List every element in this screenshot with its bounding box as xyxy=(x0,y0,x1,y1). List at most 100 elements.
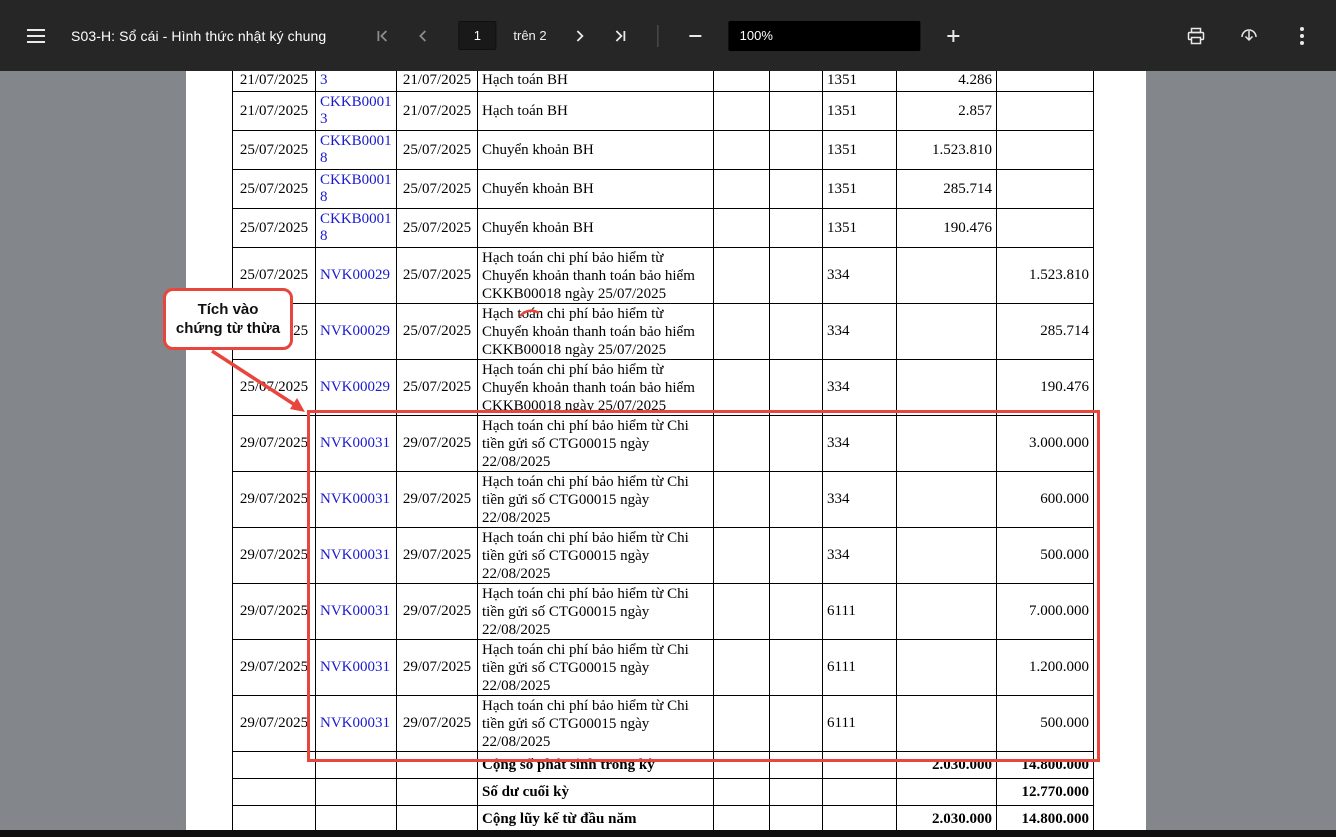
cell-doc-number-link[interactable]: NVK00031 xyxy=(316,472,397,528)
cell-empty xyxy=(714,779,770,806)
cell-doc-number-link[interactable]: NVK00031 xyxy=(316,584,397,640)
cell-doc-number-link[interactable]: NVK00031 xyxy=(316,696,397,752)
cell-corresponding-account: 334 xyxy=(823,304,897,360)
cell-empty xyxy=(316,779,397,806)
cell-journal-line xyxy=(770,416,823,472)
summary-row: Số dư cuối kỳ 12.770.000 xyxy=(233,779,1094,806)
cell-empty xyxy=(397,806,478,833)
cell-debit-amount xyxy=(897,584,997,640)
cell-debit-amount xyxy=(897,528,997,584)
hamburger-menu-icon xyxy=(26,28,46,44)
cell-debit-amount: 1.523.810 xyxy=(897,131,997,170)
cell-corresponding-account: 6111 xyxy=(823,640,897,696)
cell-journal-page xyxy=(714,696,770,752)
last-page-button[interactable] xyxy=(607,22,635,50)
summary-debit xyxy=(897,779,997,806)
table-row: 21/07/2025321/07/2025Hạch toán BH13514.2… xyxy=(233,71,1094,92)
cell-empty xyxy=(770,752,823,779)
cell-doc-number-link[interactable]: NVK00029 xyxy=(316,248,397,304)
cell-corresponding-account: 1351 xyxy=(823,71,897,92)
table-row: 25/07/2025CKKB0001 825/07/2025Chuyển kho… xyxy=(233,170,1094,209)
more-options-button[interactable] xyxy=(1288,22,1316,50)
pdf-page: 21/07/2025321/07/2025Hạch toán BH13514.2… xyxy=(186,71,1146,837)
cell-doc-number-link[interactable]: NVK00031 xyxy=(316,528,397,584)
summary-label: Số dư cuối kỳ xyxy=(478,779,714,806)
cell-doc-date: 21/07/2025 xyxy=(397,92,478,131)
cell-empty xyxy=(714,806,770,833)
cell-corresponding-account: 1351 xyxy=(823,170,897,209)
cell-posting-date: 21/07/2025 xyxy=(233,92,316,131)
cell-journal-page xyxy=(714,170,770,209)
cell-credit-amount: 190.476 xyxy=(997,360,1094,416)
cell-credit-amount: 7.000.000 xyxy=(997,584,1094,640)
ledger-table: 21/07/2025321/07/2025Hạch toán BH13514.2… xyxy=(232,71,1094,833)
cell-debit-amount xyxy=(897,472,997,528)
next-page-button[interactable] xyxy=(566,22,594,50)
cell-journal-line xyxy=(770,170,823,209)
zoom-select[interactable]: 100% xyxy=(729,21,921,51)
prev-page-button[interactable] xyxy=(409,22,437,50)
table-row: 29/07/2025NVK0003129/07/2025Hạch toán ch… xyxy=(233,416,1094,472)
cell-journal-page xyxy=(714,584,770,640)
cell-journal-line xyxy=(770,209,823,248)
cell-debit-amount xyxy=(897,360,997,416)
cell-journal-line xyxy=(770,528,823,584)
cell-doc-number-link[interactable]: NVK00031 xyxy=(316,416,397,472)
cell-doc-number-link[interactable]: NVK00031 xyxy=(316,640,397,696)
cell-corresponding-account: 334 xyxy=(823,360,897,416)
zoom-in-button[interactable] xyxy=(940,22,968,50)
zoom-out-button[interactable] xyxy=(682,22,710,50)
summary-debit: 2.030.000 xyxy=(897,752,997,779)
cell-corresponding-account: 1351 xyxy=(823,92,897,131)
cell-description: Chuyển khoản BH xyxy=(478,170,714,209)
cell-empty xyxy=(714,752,770,779)
minus-icon xyxy=(689,29,703,43)
cell-journal-line xyxy=(770,360,823,416)
cell-journal-page xyxy=(714,71,770,92)
cell-credit-amount: 1.200.000 xyxy=(997,640,1094,696)
cell-doc-number-link[interactable]: NVK00029 xyxy=(316,304,397,360)
cell-doc-date: 29/07/2025 xyxy=(397,528,478,584)
last-page-icon xyxy=(613,28,629,44)
cell-posting-date: 25/07/2025 xyxy=(233,131,316,170)
cell-corresponding-account: 334 xyxy=(823,472,897,528)
cell-doc-number-link[interactable]: CKKB0001 8 xyxy=(316,131,397,170)
sidebar-toggle-button[interactable] xyxy=(22,22,50,50)
first-page-button[interactable] xyxy=(368,22,396,50)
cell-journal-page xyxy=(714,472,770,528)
cell-journal-page xyxy=(714,360,770,416)
cell-journal-line xyxy=(770,131,823,170)
cell-empty xyxy=(823,806,897,833)
cell-doc-date: 29/07/2025 xyxy=(397,640,478,696)
table-row: 29/07/2025NVK0003129/07/2025Hạch toán ch… xyxy=(233,472,1094,528)
cell-doc-number-link[interactable]: CKKB0001 8 xyxy=(316,209,397,248)
window-bottom-edge xyxy=(0,830,1336,837)
cell-doc-date: 25/07/2025 xyxy=(397,209,478,248)
cell-doc-number-link[interactable]: 3 xyxy=(316,71,397,92)
print-button[interactable] xyxy=(1182,22,1210,50)
download-button[interactable] xyxy=(1235,22,1263,50)
cell-doc-date: 25/07/2025 xyxy=(397,304,478,360)
summary-credit: 12.770.000 xyxy=(997,779,1094,806)
cell-credit-amount: 500.000 xyxy=(997,696,1094,752)
cell-empty xyxy=(316,806,397,833)
cell-journal-page xyxy=(714,92,770,131)
cell-credit-amount: 3.000.000 xyxy=(997,416,1094,472)
cell-doc-number-link[interactable]: CKKB0001 3 xyxy=(316,92,397,131)
page-input[interactable] xyxy=(458,21,496,50)
cell-debit-amount xyxy=(897,248,997,304)
cell-description: Hạch toán chi phí bảo hiểm từ Chi tiền g… xyxy=(478,640,714,696)
cell-journal-line xyxy=(770,584,823,640)
cell-corresponding-account: 1351 xyxy=(823,209,897,248)
cell-doc-number-link[interactable]: NVK00029 xyxy=(316,360,397,416)
pdf-viewer-toolbar: S03-H: Sổ cái - Hình thức nhật ký chung … xyxy=(0,0,1336,71)
summary-credit: 14.800.000 xyxy=(997,752,1094,779)
cell-journal-line xyxy=(770,92,823,131)
cell-description: Hạch toán chi phí bảo hiểm từ Chi tiền g… xyxy=(478,472,714,528)
cell-journal-page xyxy=(714,131,770,170)
cell-credit-amount xyxy=(997,92,1094,131)
cell-doc-number-link[interactable]: CKKB0001 8 xyxy=(316,170,397,209)
table-row: 25/07/2025NVK0002925/07/2025Hạch toán ch… xyxy=(233,360,1094,416)
toolbar-divider xyxy=(658,25,659,47)
table-row: 29/07/2025NVK0003129/07/2025Hạch toán ch… xyxy=(233,640,1094,696)
